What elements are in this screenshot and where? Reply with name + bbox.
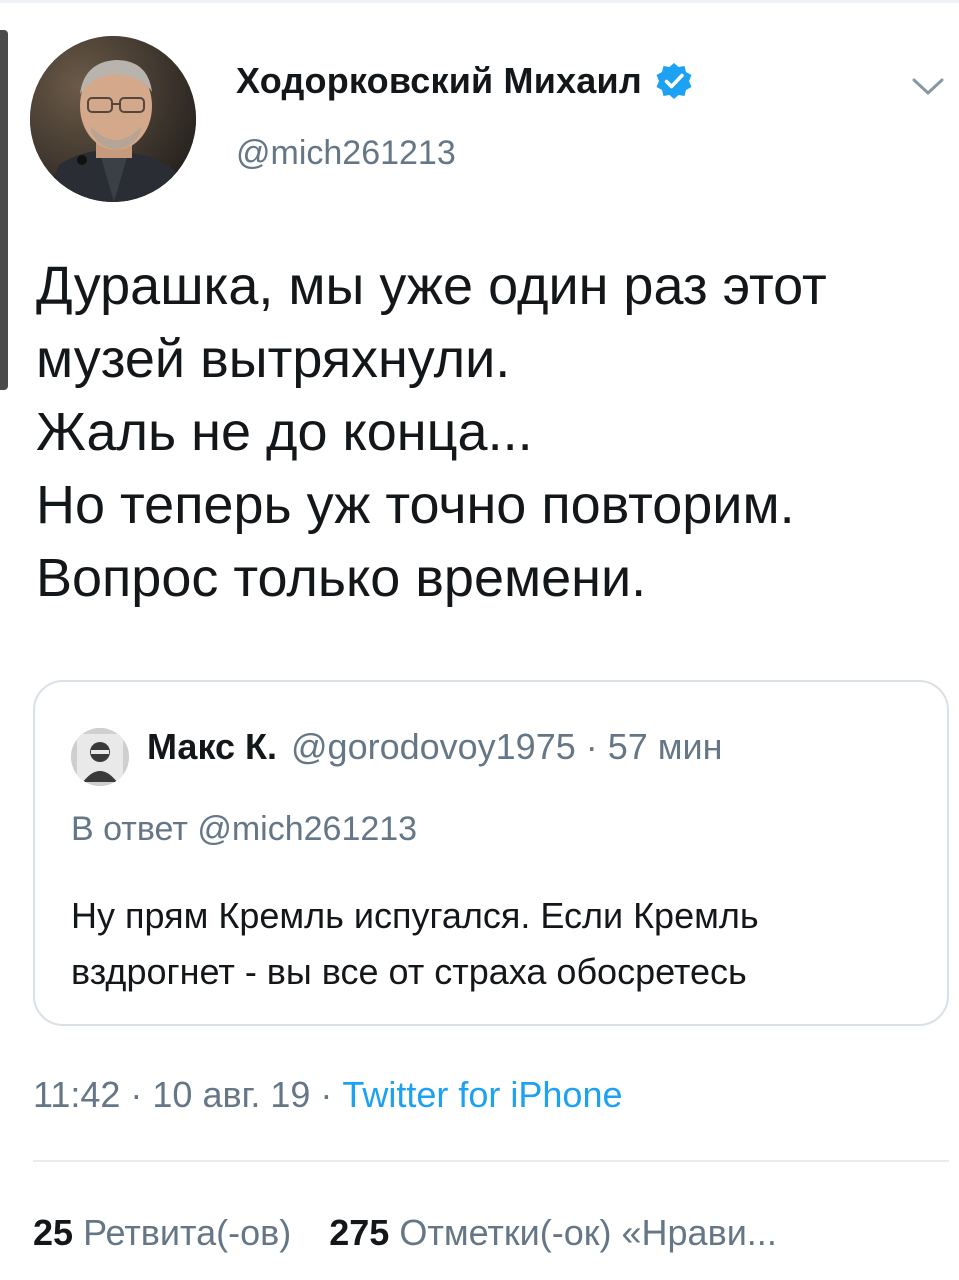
tweet-detail-page: Ходорковский Михаил @mich261213 Дурашка,… — [0, 0, 959, 1280]
scrollbar[interactable] — [0, 30, 8, 390]
tweet-text-line: Но теперь уж точно повторим. — [36, 475, 795, 535]
tweet-source-link[interactable]: Twitter for iPhone — [342, 1074, 622, 1115]
tweet-text-line: Жаль не до конца... — [36, 402, 533, 462]
author-handle[interactable]: @mich261213 — [236, 134, 456, 173]
quoted-author-name: Макс К. — [147, 726, 277, 767]
retweets-label: Ретвита(-ов) — [83, 1212, 292, 1253]
tweet-text-line: Вопрос только времени. — [36, 548, 647, 608]
quoted-author-avatar[interactable] — [71, 728, 129, 786]
quoted-text-line: Ну прям Кремль испугался. Если Кремль — [71, 895, 759, 936]
tweet-meta: 11:42 · 10 авг. 19 · Twitter for iPhone — [33, 1074, 623, 1116]
quoted-text-line: вздрогнет - вы все от страха обосретесь — [71, 951, 747, 992]
quoted-tweet-card[interactable]: Макс К. @gorodovoy1975 · 57 мин В ответ … — [33, 680, 949, 1026]
chevron-down-icon[interactable] — [908, 72, 948, 100]
tweet-text-line: Дурашка, мы уже один раз этот — [36, 256, 827, 316]
tweet-text-line: музей вытряхнули. — [36, 329, 511, 389]
likes-count: 275 — [329, 1212, 390, 1253]
quoted-tweet-header: Макс К. @gorodovoy1975 · 57 мин — [147, 726, 723, 768]
retweets-count: 25 — [33, 1212, 74, 1253]
verified-badge-icon — [654, 61, 694, 101]
quoted-author-handle-time: @gorodovoy1975 · 57 мин — [291, 726, 723, 767]
author-avatar[interactable] — [30, 36, 196, 202]
author-name-text: Ходорковский Михаил — [236, 60, 642, 101]
tweet-text: Дурашка, мы уже один раз этот музей вытр… — [36, 250, 951, 615]
divider — [33, 1160, 949, 1162]
likes-label: Отметки(-ок) «Нрави... — [399, 1212, 777, 1253]
retweets-stat[interactable]: 25 Ретвита(-ов) — [33, 1212, 291, 1253]
tweet-stats: 25 Ретвита(-ов) 275 Отметки(-ок) «Нрави..… — [33, 1212, 777, 1254]
top-divider — [0, 0, 959, 3]
quoted-tweet-text: Ну прям Кремль испугался. Если Кремль вз… — [71, 888, 931, 1000]
quoted-reply-to: В ответ @mich261213 — [71, 810, 418, 848]
author-name[interactable]: Ходорковский Михаил — [236, 60, 694, 102]
tweet-datetime: 11:42 · 10 авг. 19 · — [33, 1074, 343, 1115]
likes-stat[interactable]: 275 Отметки(-ок) «Нрави... — [329, 1212, 777, 1253]
